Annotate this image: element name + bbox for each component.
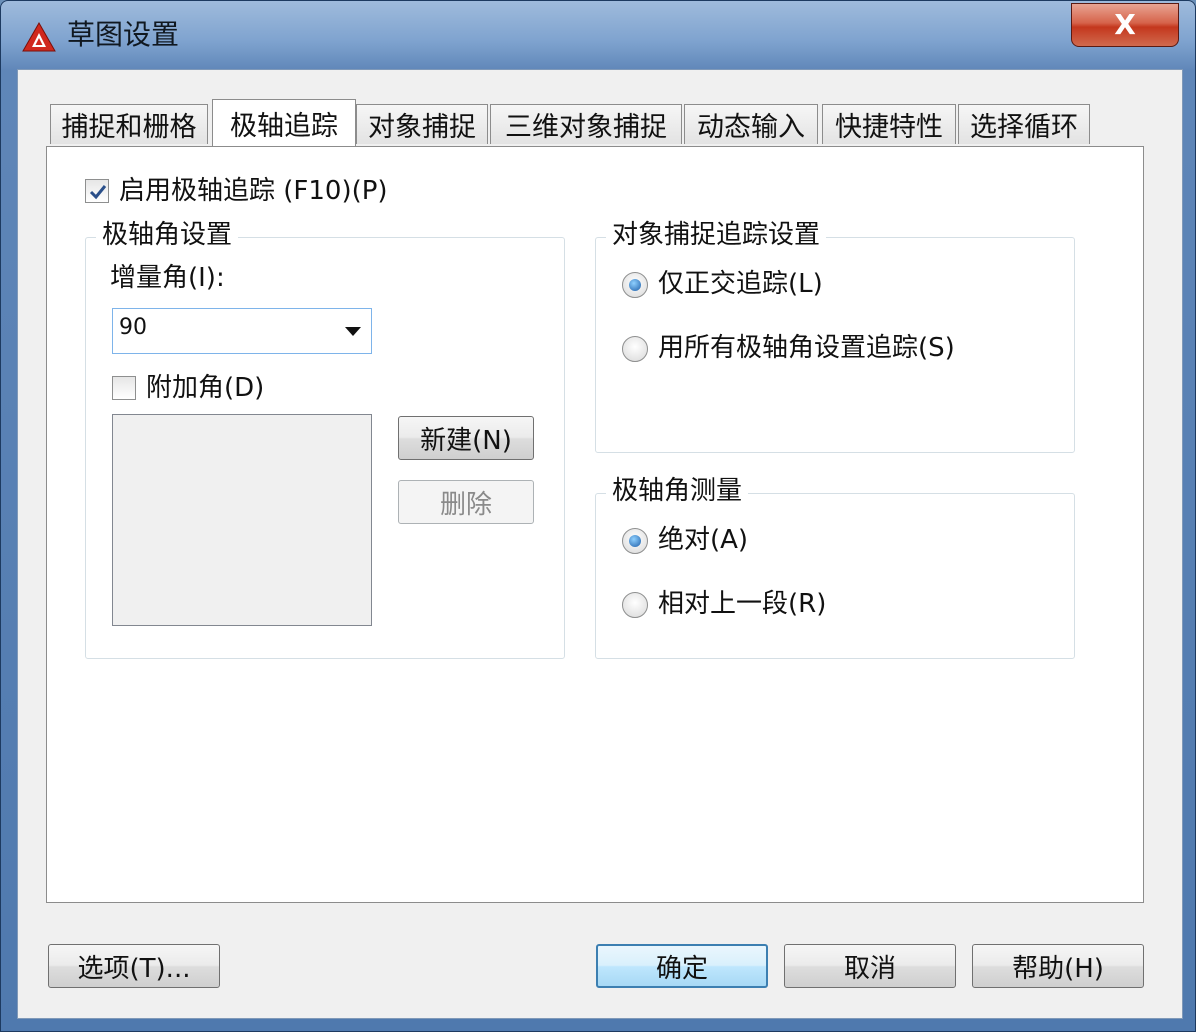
all-polar-tracking-radio[interactable] <box>622 336 648 362</box>
dialog-window: 草图设置 X 捕捉和栅格 极轴追踪 对象捕捉 三维对象捕捉 动态输入 快捷特性 … <box>0 0 1196 1032</box>
polar-angle-measurement-title: 极轴角测量 <box>606 474 749 508</box>
relative-last-segment-label: 相对上一段(R) <box>658 589 827 619</box>
increment-angle-value: 90 <box>119 315 147 340</box>
increment-angle-label: 增量角(I): <box>110 263 225 293</box>
polar-angle-settings-group: 极轴角设置 增量角(I): 90 附加角(D) 新建(N) 删除 <box>85 218 565 659</box>
enable-polar-checkbox[interactable] <box>85 179 109 203</box>
tab-dynamic-input[interactable]: 动态输入 <box>684 104 818 144</box>
chevron-down-icon[interactable] <box>345 327 361 336</box>
ortho-tracking-radio[interactable] <box>622 272 648 298</box>
tab-object-snap[interactable]: 对象捕捉 <box>356 104 488 144</box>
polar-angle-measurement-group: 极轴角测量 绝对(A) 相对上一段(R) <box>595 474 1075 659</box>
window-title: 草图设置 <box>67 18 180 51</box>
ortho-tracking-label: 仅正交追踪(L) <box>658 269 823 299</box>
options-button[interactable]: 选项(T)... <box>48 944 220 988</box>
polar-tracking-panel: 启用极轴追踪 (F10)(P) 极轴角设置 增量角(I): 90 附加角(D) … <box>46 146 1144 903</box>
help-button[interactable]: 帮助(H) <box>972 944 1144 988</box>
tab-3d-object-snap[interactable]: 三维对象捕捉 <box>490 104 682 144</box>
object-snap-tracking-group: 对象捕捉追踪设置 仅正交追踪(L) 用所有极轴角设置追踪(S) <box>595 218 1075 453</box>
title-bar[interactable]: 草图设置 X <box>1 1 1195 67</box>
close-button[interactable]: X <box>1071 3 1179 47</box>
additional-angles-list[interactable] <box>112 414 372 626</box>
tab-polar-tracking[interactable]: 极轴追踪 <box>212 99 356 146</box>
close-icon: X <box>1114 8 1136 41</box>
absolute-label: 绝对(A) <box>658 525 749 555</box>
ok-button[interactable]: 确定 <box>596 944 768 988</box>
tab-selection-cycling[interactable]: 选择循环 <box>958 104 1090 144</box>
new-angle-button[interactable]: 新建(N) <box>398 416 534 460</box>
polar-angle-settings-title: 极轴角设置 <box>96 218 239 252</box>
enable-polar-label: 启用极轴追踪 (F10)(P) <box>119 176 388 206</box>
all-polar-tracking-label: 用所有极轴角设置追踪(S) <box>658 333 955 363</box>
object-snap-tracking-title: 对象捕捉追踪设置 <box>606 218 827 252</box>
dialog-client-area: 捕捉和栅格 极轴追踪 对象捕捉 三维对象捕捉 动态输入 快捷特性 选择循环 启用… <box>17 69 1183 1019</box>
relative-last-segment-radio[interactable] <box>622 592 648 618</box>
absolute-radio[interactable] <box>622 528 648 554</box>
autocad-logo-icon <box>21 21 57 53</box>
checkmark-icon <box>89 185 107 200</box>
additional-angles-checkbox[interactable] <box>112 376 136 400</box>
tab-snap-grid[interactable]: 捕捉和栅格 <box>50 104 208 144</box>
increment-angle-combo[interactable]: 90 <box>112 308 372 354</box>
additional-angles-label: 附加角(D) <box>146 373 265 403</box>
delete-angle-button[interactable]: 删除 <box>398 480 534 524</box>
tab-quick-properties[interactable]: 快捷特性 <box>822 104 956 144</box>
cancel-button[interactable]: 取消 <box>784 944 956 988</box>
